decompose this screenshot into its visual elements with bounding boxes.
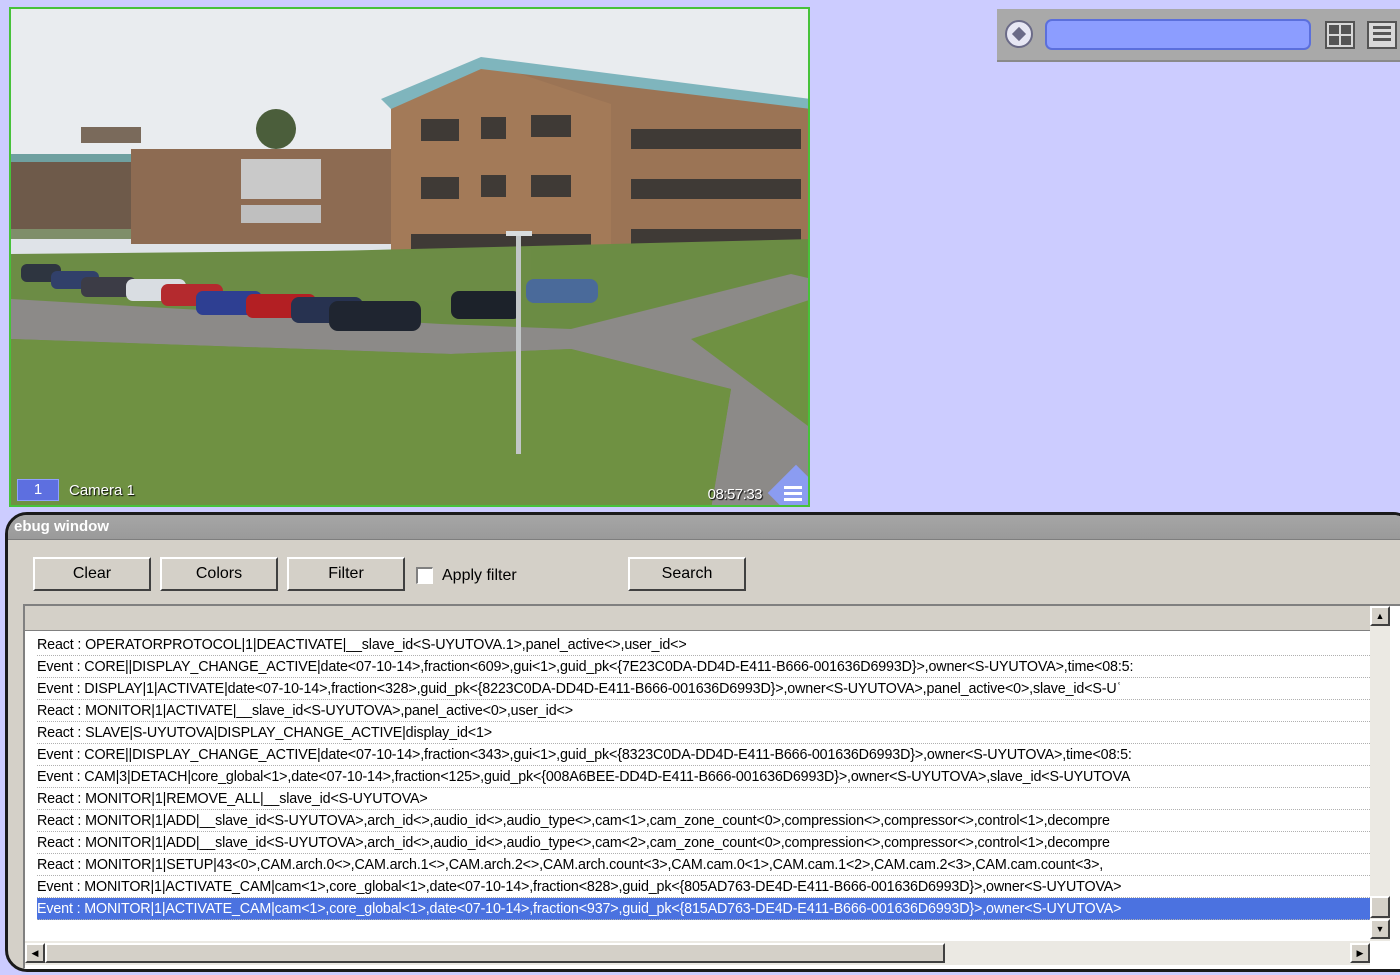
- scroll-right-arrow-icon[interactable]: ▶: [1350, 943, 1370, 963]
- camera-number-badge[interactable]: 1: [17, 479, 59, 501]
- menu-list-icon[interactable]: [1367, 21, 1397, 49]
- log-lines: React : OPERATORPROTOCOL|1|DEACTIVATE|__…: [37, 634, 1370, 920]
- camera-selector-icon[interactable]: [1005, 20, 1033, 48]
- apply-filter-checkbox[interactable]: [416, 567, 433, 584]
- camera-image: [11, 9, 808, 505]
- clear-button[interactable]: Clear: [33, 557, 151, 591]
- vertical-scrollbar[interactable]: ▲ ▼: [1370, 606, 1390, 941]
- log-line[interactable]: React : MONITOR|1|ADD|__slave_id<S-UYUTO…: [37, 810, 1370, 832]
- scroll-up-arrow-icon[interactable]: ▲: [1370, 606, 1390, 626]
- log-line[interactable]: React : MONITOR|1|REMOVE_ALL|__slave_id<…: [37, 788, 1370, 810]
- horizontal-scroll-thumb[interactable]: [45, 943, 945, 963]
- log-line[interactable]: Event : CORE||DISPLAY_CHANGE_ACTIVE|date…: [37, 656, 1370, 678]
- log-list-header: [25, 606, 1370, 631]
- log-line[interactable]: Event : CORE||DISPLAY_CHANGE_ACTIVE|date…: [37, 744, 1370, 766]
- camera-menu-icon[interactable]: [784, 486, 802, 502]
- debug-window: ebug window Clear Colors Filter Apply fi…: [5, 512, 1400, 972]
- debug-titlebar[interactable]: ebug window: [8, 515, 1400, 540]
- layout-grid-icon[interactable]: [1325, 21, 1355, 49]
- horizontal-scrollbar[interactable]: ◀ ▶: [25, 941, 1370, 965]
- filter-button[interactable]: Filter: [287, 557, 405, 591]
- camera-name: Camera 1: [69, 482, 135, 499]
- camera-timestamp: 08:57:33: [707, 486, 763, 503]
- scroll-left-arrow-icon[interactable]: ◀: [25, 943, 45, 963]
- log-line[interactable]: Event : DISPLAY|1|ACTIVATE|date<07-10-14…: [37, 678, 1370, 700]
- search-button[interactable]: Search: [628, 557, 746, 591]
- log-line[interactable]: React : OPERATORPROTOCOL|1|DEACTIVATE|__…: [37, 634, 1370, 656]
- log-list[interactable]: React : OPERATORPROTOCOL|1|DEACTIVATE|__…: [23, 604, 1400, 969]
- log-line[interactable]: React : MONITOR|1|ACTIVATE|__slave_id<S-…: [37, 700, 1370, 722]
- control-panel: [997, 9, 1400, 62]
- vertical-scroll-thumb[interactable]: [1370, 896, 1390, 918]
- camera-view[interactable]: 1 Camera 1 08:57:33: [9, 7, 810, 507]
- log-line[interactable]: Event : MONITOR|1|ACTIVATE_CAM|cam<1>,co…: [37, 876, 1370, 898]
- log-line[interactable]: React : SLAVE|S-UYUTOVA|DISPLAY_CHANGE_A…: [37, 722, 1370, 744]
- log-line[interactable]: React : MONITOR|1|ADD|__slave_id<S-UYUTO…: [37, 832, 1370, 854]
- log-line[interactable]: Event : MONITOR|1|ACTIVATE_CAM|cam<1>,co…: [37, 898, 1370, 920]
- panel-input-field[interactable]: [1045, 19, 1311, 50]
- log-line[interactable]: Event : CAM|3|DETACH|core_global<1>,date…: [37, 766, 1370, 788]
- log-line[interactable]: React : MONITOR|1|SETUP|43<0>,CAM.arch.0…: [37, 854, 1370, 876]
- scroll-down-arrow-icon[interactable]: ▼: [1370, 919, 1390, 939]
- colors-button[interactable]: Colors: [160, 557, 278, 591]
- apply-filter-label: Apply filter: [442, 567, 517, 584]
- debug-window-title: ebug window: [14, 518, 109, 535]
